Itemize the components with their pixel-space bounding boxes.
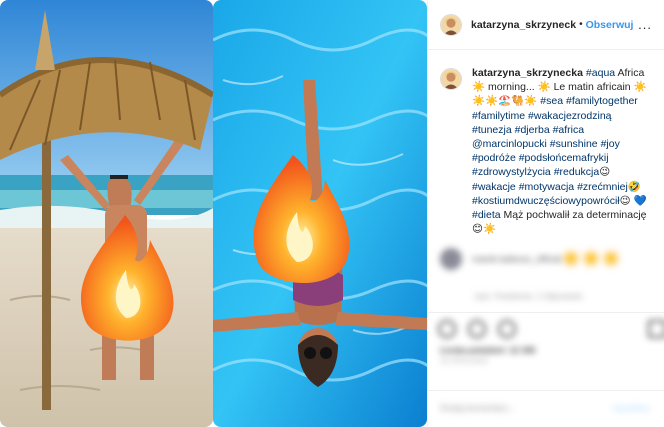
commenter-avatar-icon (440, 248, 462, 270)
comment-meta: tydz. Polubienia: 1 Odpowiedz (475, 292, 583, 301)
add-comment-input[interactable]: Dodaj komentarz... (440, 403, 516, 413)
comment-icon[interactable] (468, 320, 486, 338)
divider (428, 390, 664, 391)
pool-photo[interactable] (213, 0, 427, 427)
header-separator: • (579, 19, 583, 30)
bookmark-icon[interactable] (648, 320, 664, 338)
like-icon[interactable] (438, 320, 456, 338)
pool-photo-image (213, 0, 427, 427)
share-icon[interactable] (498, 320, 516, 338)
post-media[interactable] (0, 0, 427, 427)
follow-button[interactable]: Obserwuj (586, 19, 634, 31)
post-caption: katarzyna_skrzynecka #aqua Africa ☀️ morn… (428, 50, 664, 244)
caption-username[interactable]: katarzyna_skrzynecka (472, 67, 583, 79)
comment-item: marek.tadeusz_official ☀️☀️☀️ (440, 248, 621, 270)
beach-photo-image (0, 0, 213, 427)
profile-avatar-icon[interactable] (440, 13, 462, 36)
caption-text: katarzyna_skrzynecka #aqua Africa ☀️ morn… (472, 66, 652, 236)
profile-avatar-icon[interactable] (440, 68, 462, 90)
comment-text: marek.tadeusz_official (472, 254, 562, 264)
action-bar (438, 320, 664, 338)
post-header: katarzyna_skrzyneck • Obserwuj ... (428, 0, 664, 50)
likes-count: Liczba polubień: 12 345 (440, 345, 536, 355)
divider (428, 312, 664, 313)
comment-emoji: ☀️☀️☀️ (561, 251, 622, 268)
more-options-icon[interactable]: ... (638, 17, 652, 32)
caption-body[interactable]: #aqua Africa ☀️ morning... ☀️ Le matin a… (472, 67, 647, 235)
publish-comment-button[interactable]: Opublikuj (612, 403, 650, 413)
beach-photo[interactable] (0, 0, 213, 427)
post-date: 10 LIPCA 2019 (440, 358, 488, 365)
header-username[interactable]: katarzyna_skrzyneck (471, 19, 576, 31)
